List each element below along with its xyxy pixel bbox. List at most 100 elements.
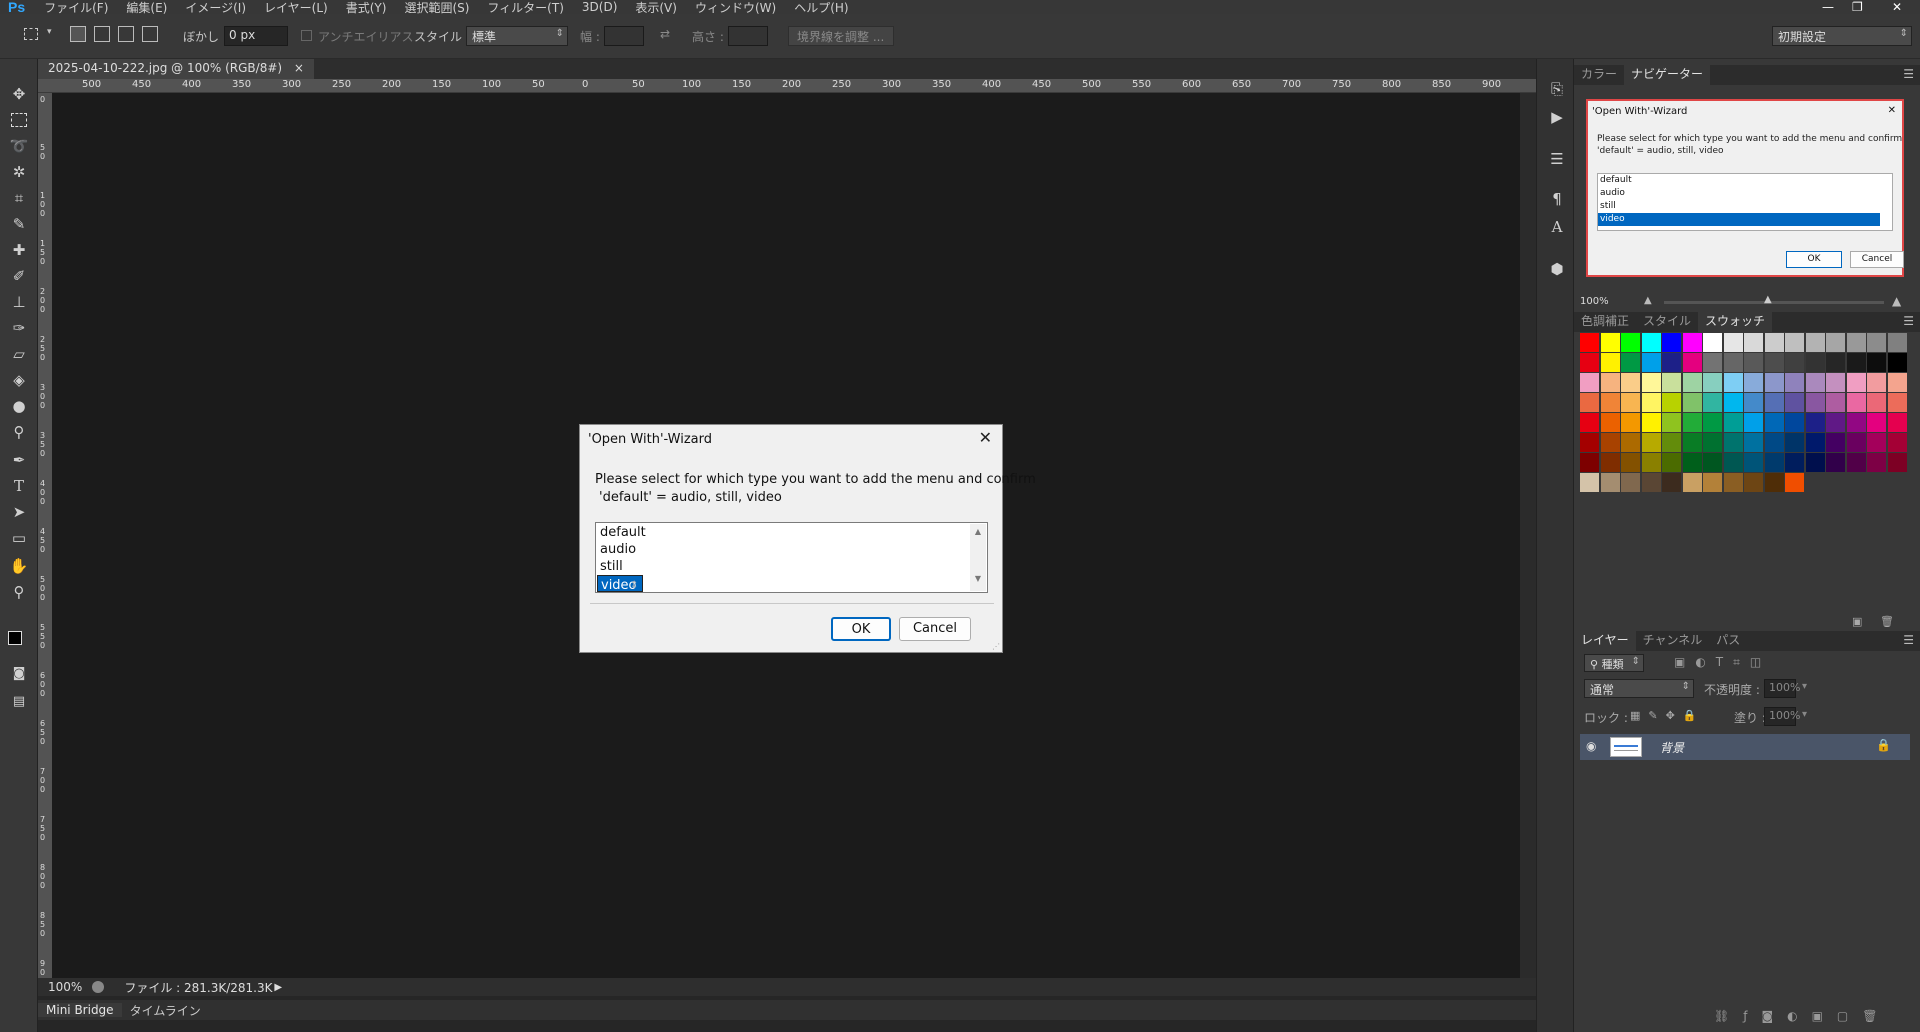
- paragraph-panel-icon[interactable]: ¶: [1547, 189, 1567, 209]
- color-swatch[interactable]: [1867, 333, 1886, 352]
- color-swatch[interactable]: [1641, 433, 1661, 452]
- color-swatch[interactable]: [1744, 433, 1763, 452]
- color-swatch[interactable]: [1805, 413, 1825, 432]
- color-swatch[interactable]: [1846, 393, 1866, 412]
- status-zoom[interactable]: 100%: [38, 980, 92, 994]
- color-swatch[interactable]: [1662, 413, 1681, 432]
- color-swatch[interactable]: [1744, 473, 1763, 492]
- color-swatch[interactable]: [1662, 393, 1681, 412]
- color-swatch[interactable]: [1703, 413, 1722, 432]
- color-swatch[interactable]: [1621, 453, 1640, 472]
- layer-kind-filter[interactable]: ⚲ 種類: [1584, 654, 1644, 672]
- color-swatch[interactable]: [1826, 353, 1845, 372]
- color-swatch[interactable]: [1703, 373, 1722, 392]
- color-swatch[interactable]: [1826, 433, 1845, 452]
- color-swatch[interactable]: [1580, 353, 1599, 372]
- color-swatch[interactable]: [1682, 413, 1702, 432]
- color-swatch[interactable]: [1682, 353, 1702, 372]
- lock-icons[interactable]: ▦✎✥🔒: [1630, 709, 1705, 722]
- hand-tool-icon[interactable]: ✋: [8, 555, 30, 577]
- fill-input[interactable]: 100%: [1764, 707, 1800, 726]
- navigator-zoom-slider[interactable]: [1664, 301, 1884, 304]
- color-swatch[interactable]: [1805, 373, 1825, 392]
- ok-button[interactable]: OK: [831, 617, 891, 641]
- color-swatch[interactable]: [1785, 413, 1804, 432]
- color-swatch[interactable]: [1600, 413, 1620, 432]
- width-input[interactable]: [604, 26, 644, 46]
- color-swatch[interactable]: [1662, 453, 1681, 472]
- rectangle-tool-icon[interactable]: ▭: [8, 527, 30, 549]
- color-swatch[interactable]: [1764, 353, 1784, 372]
- color-swatch[interactable]: [1744, 453, 1763, 472]
- color-swatch[interactable]: [1600, 453, 1620, 472]
- layers-footer-icons[interactable]: ⛓ƒ◙◐▣▢🗑: [1714, 1009, 1891, 1023]
- color-swatch[interactable]: [1887, 393, 1907, 412]
- list-item-video[interactable]: video: [597, 575, 643, 594]
- color-swatch[interactable]: [1723, 453, 1743, 472]
- color-swatch[interactable]: [1744, 333, 1763, 352]
- color-swatch[interactable]: [1580, 453, 1599, 472]
- eraser-tool-icon[interactable]: ▱: [8, 343, 30, 365]
- rect-marquee-tool-icon[interactable]: [11, 113, 27, 127]
- color-swatch[interactable]: [1785, 393, 1804, 412]
- color-swatch[interactable]: [1662, 353, 1681, 372]
- color-swatch[interactable]: [1785, 333, 1804, 352]
- color-swatch[interactable]: [1600, 373, 1620, 392]
- swap-icon[interactable]: ⇄: [660, 27, 670, 41]
- delete-swatch-icon[interactable]: 🗑: [1880, 615, 1894, 628]
- color-swatch[interactable]: [1846, 453, 1866, 472]
- color-swatch[interactable]: [1867, 453, 1886, 472]
- color-swatch[interactable]: [1682, 473, 1702, 492]
- color-swatch[interactable]: [1682, 393, 1702, 412]
- color-swatch[interactable]: [1621, 333, 1640, 352]
- tab-swatches[interactable]: スウォッチ: [1698, 309, 1773, 332]
- color-swatch[interactable]: [1641, 333, 1661, 352]
- tab-mini-bridge[interactable]: Mini Bridge: [38, 1003, 122, 1017]
- minimize-button[interactable]: —: [1822, 0, 1834, 14]
- color-swatch[interactable]: [1764, 413, 1784, 432]
- color-swatch[interactable]: [1744, 353, 1763, 372]
- navigator-zoom-value[interactable]: 100%: [1580, 296, 1609, 307]
- color-swatch[interactable]: [1641, 413, 1661, 432]
- color-swatch[interactable]: [1867, 433, 1886, 452]
- color-swatch[interactable]: [1723, 393, 1743, 412]
- intersect-selection-icon[interactable]: [142, 26, 158, 42]
- subtract-selection-icon[interactable]: [118, 26, 134, 42]
- color-swatch[interactable]: [1867, 393, 1886, 412]
- color-swatch[interactable]: [1600, 333, 1620, 352]
- blend-mode-select[interactable]: 通常: [1584, 679, 1694, 698]
- color-swatch[interactable]: [1662, 333, 1681, 352]
- color-swatch[interactable]: [1723, 333, 1743, 352]
- color-swatch[interactable]: [1846, 353, 1866, 372]
- antialias-checkbox[interactable]: [301, 30, 312, 41]
- panel-menu-icon[interactable]: ☰: [1903, 67, 1914, 81]
- history-panel-icon[interactable]: ⎘: [1547, 79, 1567, 99]
- list-item-audio[interactable]: audio: [597, 541, 968, 558]
- tab-styles[interactable]: スタイル: [1636, 309, 1698, 332]
- restore-button[interactable]: ❐: [1852, 0, 1863, 14]
- color-swatch[interactable]: [1826, 413, 1845, 432]
- color-swatch[interactable]: [1846, 333, 1866, 352]
- color-swatch[interactable]: [1703, 433, 1722, 452]
- path-selection-tool-icon[interactable]: ➤: [8, 501, 30, 523]
- color-swatch[interactable]: [1621, 393, 1640, 412]
- color-swatch[interactable]: [1580, 393, 1599, 412]
- dialog-close-button[interactable]: ✕: [979, 428, 992, 447]
- healing-brush-tool-icon[interactable]: ✚: [8, 239, 30, 261]
- color-swatch[interactable]: [1682, 373, 1702, 392]
- color-swatch[interactable]: [1867, 373, 1886, 392]
- color-swatch[interactable]: [1867, 353, 1886, 372]
- tab-adjustments[interactable]: 色調補正: [1574, 309, 1636, 332]
- color-swatch[interactable]: [1580, 413, 1599, 432]
- color-swatch[interactable]: [1785, 353, 1804, 372]
- color-swatch[interactable]: [1846, 373, 1866, 392]
- tab-timeline[interactable]: タイムライン: [122, 1002, 209, 1019]
- color-swatch[interactable]: [1621, 353, 1640, 372]
- scroll-down-icon[interactable]: ▼: [970, 574, 986, 583]
- list-item-default[interactable]: default: [597, 524, 968, 541]
- color-swatch[interactable]: [1580, 373, 1599, 392]
- type-tool-icon[interactable]: T: [8, 475, 30, 497]
- color-swatch[interactable]: [1764, 453, 1784, 472]
- zoom-out-icon[interactable]: ▲: [1644, 295, 1652, 306]
- eyedropper-tool-icon[interactable]: ✎: [8, 213, 30, 235]
